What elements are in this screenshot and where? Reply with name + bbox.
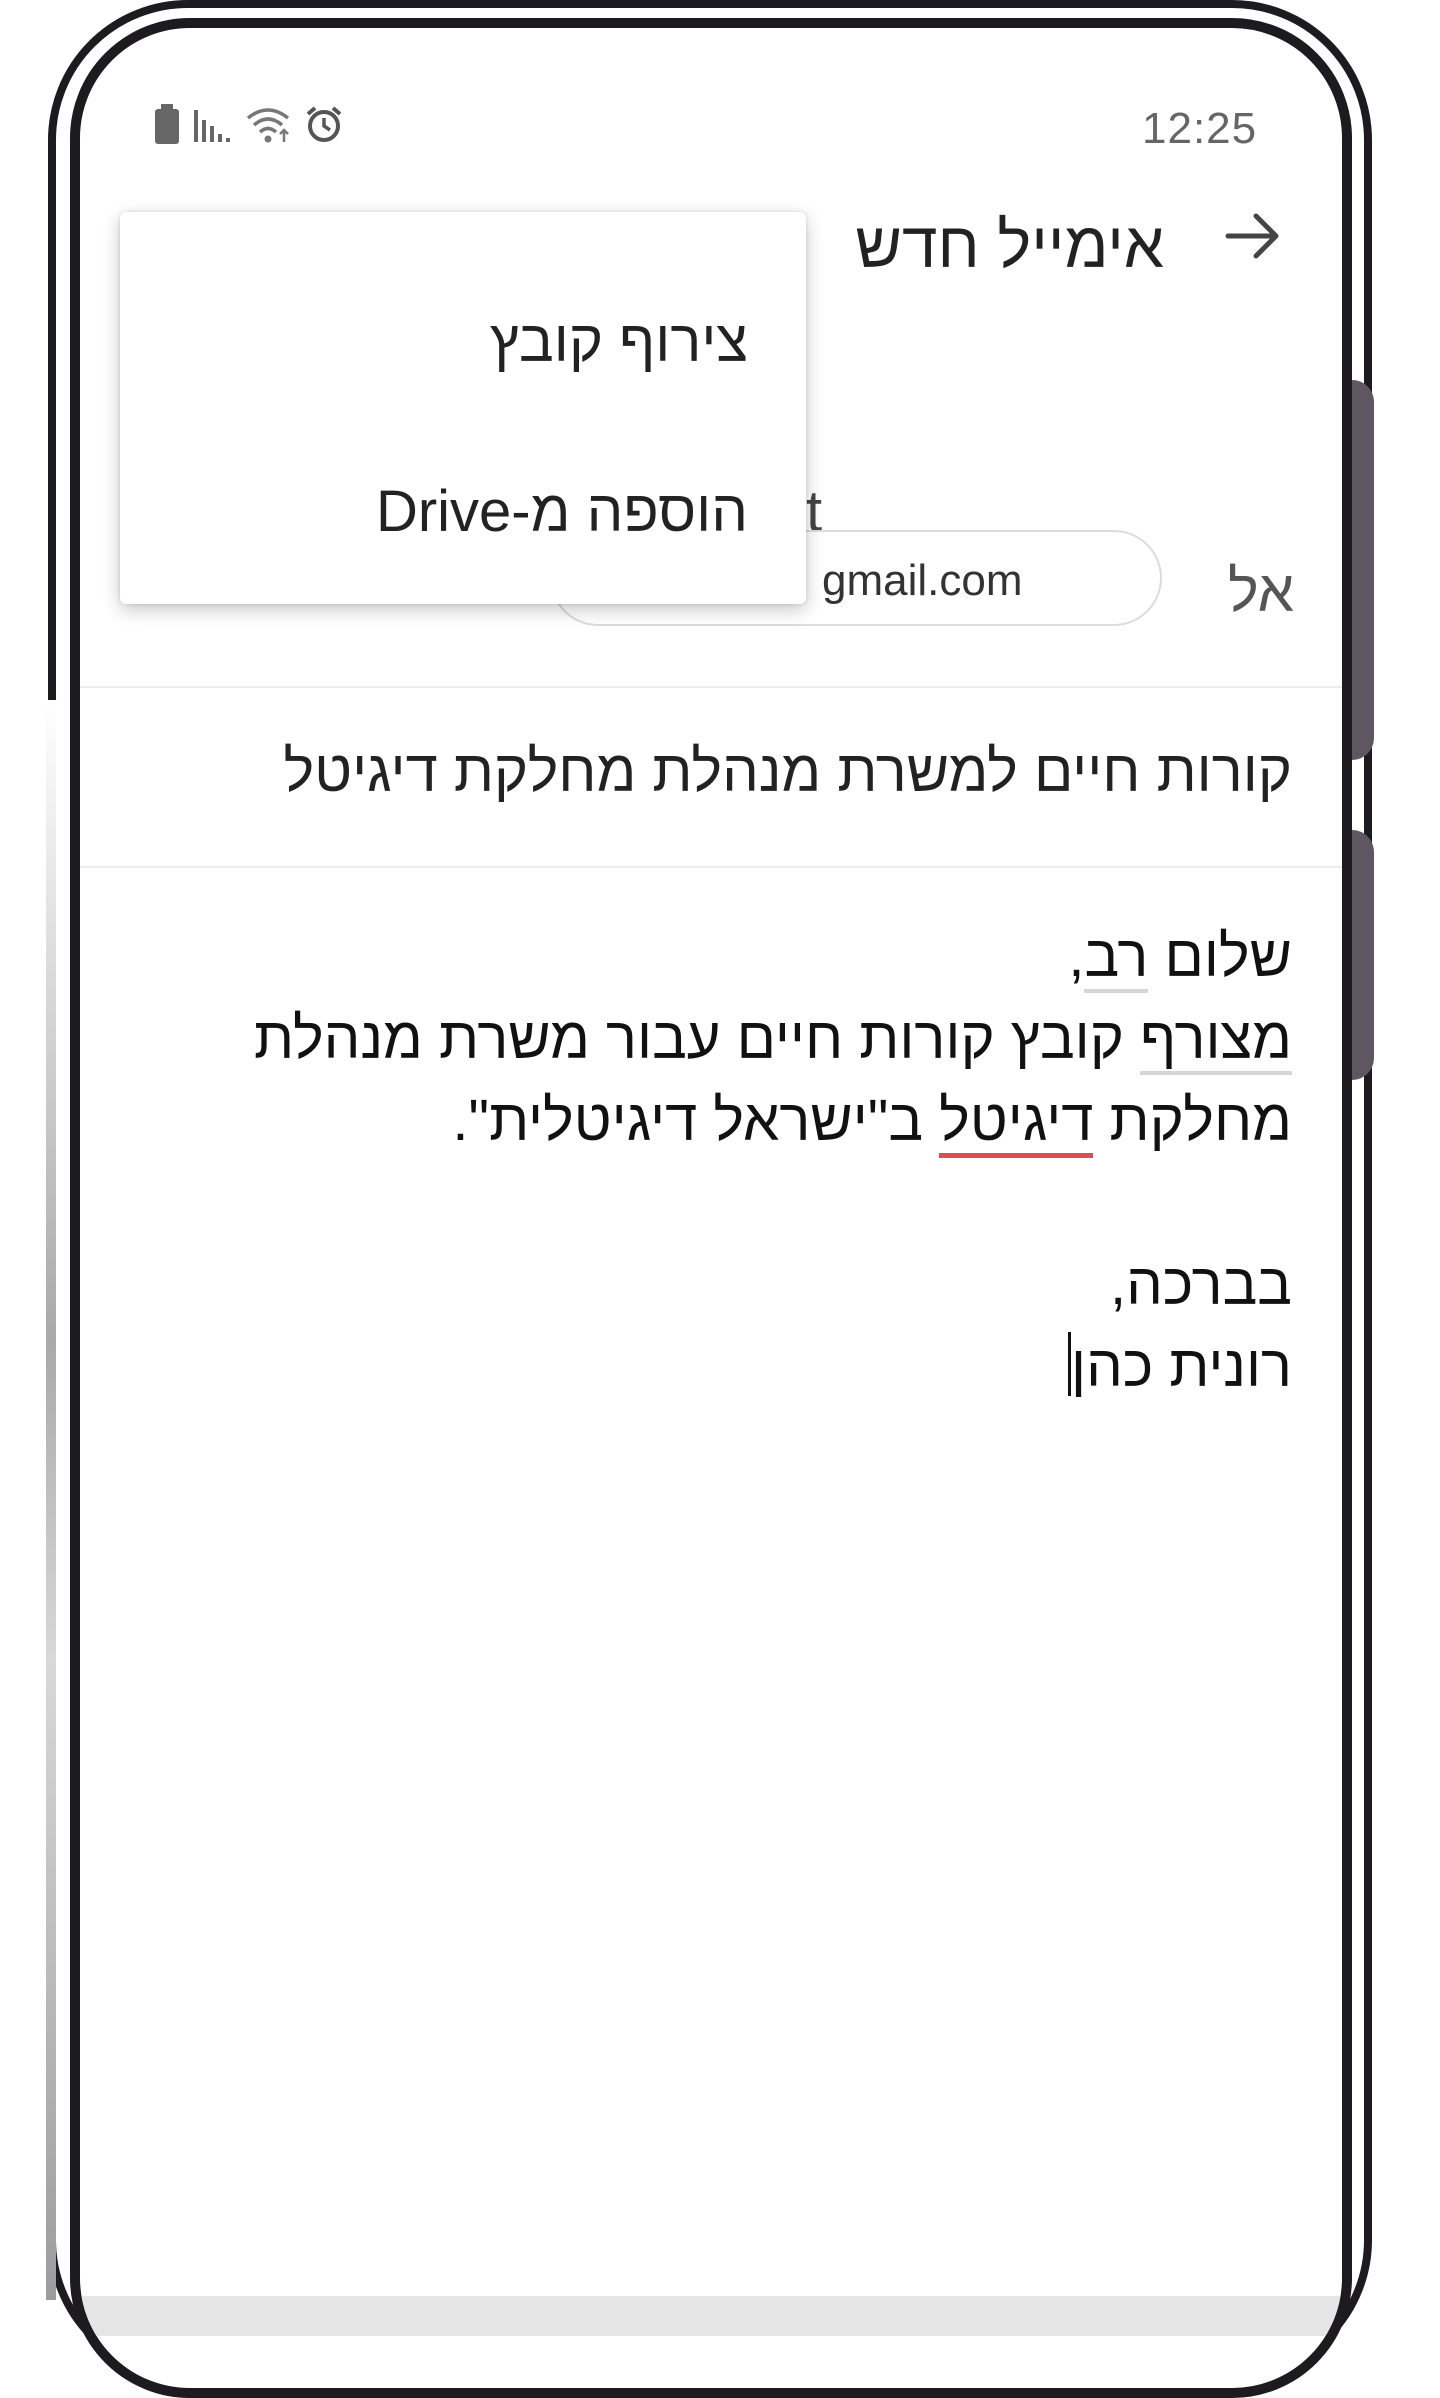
spell-underlined-word[interactable]: רב [1084,924,1149,993]
status-bar: 12:25 [80,104,1342,154]
recipient-chip-text: gmail.com [822,556,1023,605]
keyboard-top-edge [80,2296,1342,2336]
volume-button [1352,380,1374,760]
body-closing: בברכה, [1110,1252,1292,1317]
page-title: אימייל חדש [855,209,1164,281]
body-line-greeting: שלום רב, [152,916,1292,998]
attach-menu: צירוף קובץ הוספה מ-Drive [120,212,806,604]
to-label: אל [1228,559,1294,624]
misspelled-word[interactable]: דיגיטל [939,1088,1094,1158]
status-time: 12:25 [1142,104,1258,153]
divider [80,866,1342,868]
power-button [1352,830,1374,1080]
battery-icon [154,104,180,149]
frame-edge-shade [46,700,56,2300]
message-body[interactable]: שלום רב, מצורף קובץ קורות חיים עבור משרת… [152,916,1292,1408]
wifi-icon [244,104,292,149]
compose-screen: 12:25 אימייל חדש t אל gmail.com קורות חי… [80,28,1342,2388]
body-line-2: מצורף קובץ קורות חיים עבור משרת מנהלת [152,998,1292,1080]
back-arrow-icon[interactable] [1222,206,1282,266]
body-blank-line [152,1162,1292,1244]
body-signature: רונית כהן [1071,1334,1292,1399]
alarm-icon [304,104,344,149]
menu-item-add-from-drive[interactable]: הוספה מ-Drive [376,478,748,545]
body-signature-line: רונית כהן [152,1326,1292,1408]
spell-underlined-word[interactable]: מצורף [1140,1006,1292,1075]
subject-field[interactable]: קורות חיים למשרת מנהלת מחלקת דיגיטל [284,738,1293,805]
signal-icon [192,104,232,149]
menu-item-attach-file[interactable]: צירוף קובץ [490,308,748,375]
divider [80,686,1342,688]
phone-screen: 12:25 אימייל חדש t אל gmail.com קורות חי… [70,18,1352,2398]
status-icons [154,104,344,149]
body-line-3: מחלקת דיגיטל ב"ישראל דיגיטלית". [152,1080,1292,1162]
